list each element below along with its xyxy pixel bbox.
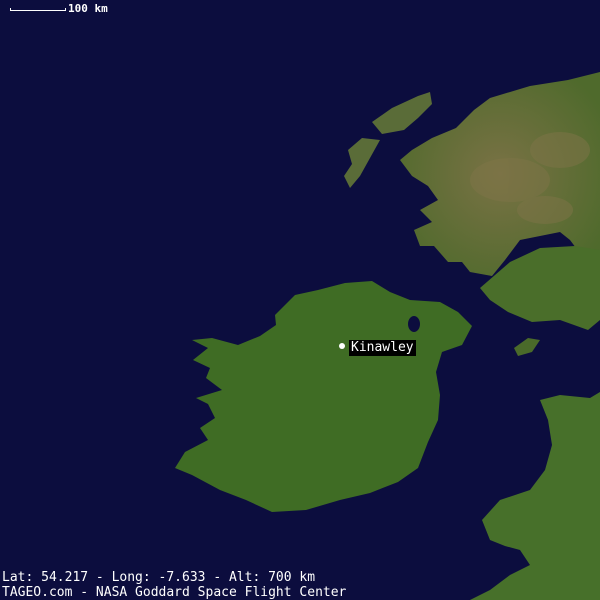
scale-bar-line — [10, 8, 66, 11]
satellite-map[interactable]: 100 km Kinawley Lat: 54.217 - Long: -7.6… — [0, 0, 600, 600]
terrain-layer — [175, 72, 600, 600]
ireland-landmass — [175, 281, 472, 512]
location-dot-icon[interactable] — [339, 343, 345, 349]
isle-of-man — [514, 338, 540, 356]
wales-england-landmass — [470, 392, 600, 600]
place-label[interactable]: Kinawley — [349, 340, 416, 356]
lough-neagh — [408, 316, 420, 332]
credits-line: TAGEO.com - NASA Goddard Space Flight Ce… — [2, 585, 347, 600]
scale-label: 100 km — [68, 2, 108, 15]
coordinates-readout: Lat: 54.217 - Long: -7.633 - Alt: 700 km — [2, 570, 316, 585]
